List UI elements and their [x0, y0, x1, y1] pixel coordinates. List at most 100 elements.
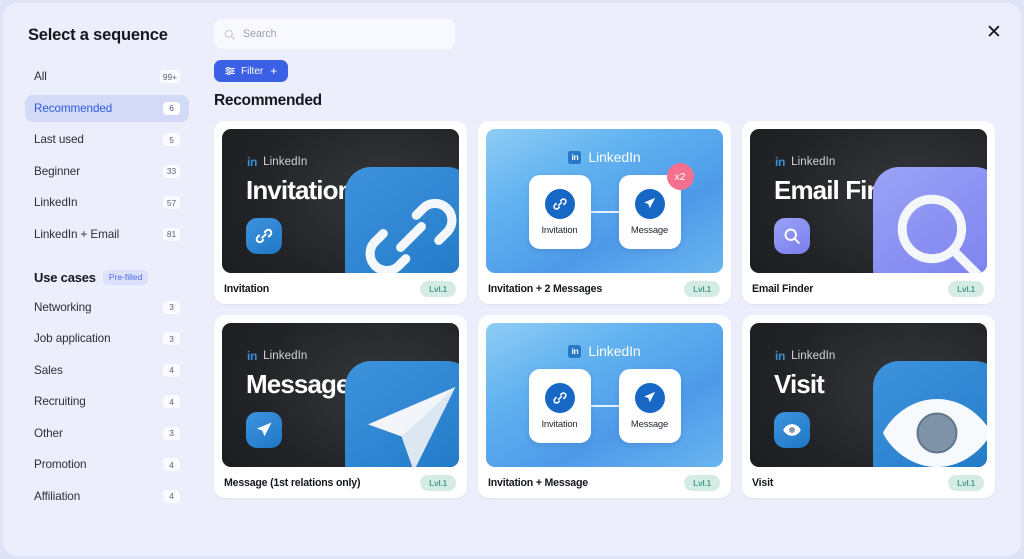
sequence-flow: Invitation Message x2	[486, 163, 723, 249]
linkedin-icon: in	[775, 349, 786, 363]
card-thumbnail: in LinkedIn Invitation	[222, 129, 459, 273]
search-bar[interactable]	[214, 19, 455, 49]
level-badge: Lvl.1	[684, 474, 720, 491]
linkedin-brand: in LinkedIn	[486, 343, 723, 359]
sequence-card[interactable]: in LinkedIn Email Finder Email Finder Lvl.1	[742, 121, 995, 304]
sequence-card-grid: in LinkedIn Invitation Invitation Lvl.1 in Lin…	[214, 121, 997, 498]
network-label: LinkedIn	[263, 156, 308, 168]
sidebar-category-list: All 99+ Recommended 6 Last used 5 Beginner 33 Li…	[25, 63, 189, 248]
search-icon	[224, 29, 235, 40]
flow-connector	[590, 405, 619, 407]
sidebar-item-label: Other	[34, 426, 63, 440]
linkedin-brand: in LinkedIn	[247, 156, 307, 168]
network-label: LinkedIn	[791, 350, 836, 362]
flow-step-message: Message x2	[618, 163, 694, 249]
sequence-card[interactable]: in LinkedIn Invitation Message x2 Invitation …	[478, 121, 731, 304]
card-thumbnail: in LinkedIn Email Finder	[750, 129, 987, 273]
linkedin-icon: in	[247, 349, 258, 363]
network-label: LinkedIn	[263, 350, 308, 362]
pre-filled-badge: Pre-filled	[102, 269, 149, 285]
sidebar-item-promotion[interactable]: Promotion 4	[25, 451, 189, 478]
sidebar-item-last-used[interactable]: Last used 5	[25, 126, 189, 153]
sidebar-item-recommended[interactable]: Recommended 6	[25, 94, 189, 122]
link-icon	[544, 188, 575, 219]
section-title: Recommended	[214, 92, 322, 109]
flow-connector	[590, 211, 619, 213]
linkedin-icon: in	[568, 150, 582, 164]
sidebar-item-count: 4	[163, 395, 180, 408]
card-title: Invitation	[224, 282, 270, 295]
sidebar-item-affiliation[interactable]: Affiliation 4	[25, 483, 189, 510]
sidebar-item-count: 81	[163, 227, 180, 241]
sidebar-item-linkedin[interactable]: LinkedIn 57	[25, 189, 189, 216]
sidebar-item-job-application[interactable]: Job application 3	[25, 325, 189, 352]
filter-icon	[225, 66, 235, 76]
sidebar-item-label: LinkedIn + Email	[34, 227, 120, 241]
sequence-card[interactable]: in LinkedIn Invitation Message Invitation + …	[478, 315, 731, 498]
sidebar-item-beginner[interactable]: Beginner 33	[25, 158, 189, 185]
sidebar-item-count: 33	[163, 164, 180, 178]
sidebar-item-label: Networking	[34, 300, 92, 314]
card-thumbnail: in LinkedIn Invitation Message	[486, 323, 723, 467]
sequence-card[interactable]: in LinkedIn Invitation Invitation Lvl.1	[214, 121, 467, 304]
search-icon-large	[873, 167, 987, 273]
flow-step-label: Invitation	[541, 224, 578, 236]
linkedin-icon: in	[247, 155, 258, 169]
send-icon-large	[345, 361, 459, 467]
card-headline: Visit	[774, 369, 825, 399]
card-thumbnail: in LinkedIn Invitation Message x2	[486, 129, 723, 273]
link-icon	[544, 382, 575, 413]
plus-icon: +	[270, 64, 278, 78]
level-badge: Lvl.1	[948, 280, 984, 297]
sidebar-item-label: Affiliation	[34, 489, 81, 503]
sidebar-item-count: 4	[163, 489, 180, 503]
sidebar-item-label: Promotion	[34, 458, 87, 471]
card-footer: Visit Lvl.1	[742, 467, 995, 498]
linkedin-brand: in LinkedIn	[247, 350, 307, 362]
card-title: Invitation + Message	[488, 476, 588, 489]
sidebar-item-label: Beginner	[34, 164, 80, 178]
card-thumbnail: in LinkedIn Visit	[750, 323, 987, 467]
linkedin-brand: in LinkedIn	[775, 156, 835, 168]
network-label: LinkedIn	[588, 149, 641, 165]
sidebar-item-count: 57	[163, 196, 180, 209]
search-input[interactable]	[243, 28, 445, 40]
sidebar-item-linkedin-email[interactable]: LinkedIn + Email 81	[25, 221, 189, 248]
card-headline: Message	[246, 369, 350, 399]
sequence-card[interactable]: in LinkedIn Message Message (1st relations …	[214, 315, 467, 498]
flow-step-label: Message	[630, 224, 669, 236]
linkedin-icon: in	[568, 344, 582, 358]
link-icon	[246, 218, 282, 254]
sidebar-item-count: 3	[163, 426, 180, 440]
sidebar-item-count: 99+	[159, 70, 180, 83]
eye-icon	[774, 412, 810, 448]
linkedin-brand: in LinkedIn	[486, 149, 723, 165]
use-cases-header: Use cases Pre-filled	[34, 269, 189, 285]
sidebar-item-networking[interactable]: Networking 3	[25, 294, 189, 321]
filter-button[interactable]: Filter +	[214, 60, 289, 82]
linkedin-icon: in	[775, 155, 786, 169]
sidebar-item-count: 3	[163, 332, 180, 345]
level-badge: Lvl.1	[948, 474, 984, 491]
sidebar-item-label: Job application	[34, 332, 111, 345]
sequence-card[interactable]: in LinkedIn Visit Visit Lvl.1	[742, 315, 995, 498]
flow-step-invitation: Invitation	[528, 175, 591, 249]
eye-icon-large	[873, 361, 987, 467]
send-icon	[246, 412, 282, 448]
sidebar-item-all[interactable]: All 99+	[25, 63, 189, 90]
sidebar-item-count: 5	[163, 133, 180, 146]
sidebar-item-count: 4	[163, 363, 180, 377]
level-badge: Lvl.1	[684, 280, 720, 297]
send-icon	[634, 188, 665, 219]
card-footer: Invitation + 2 Messages Lvl.1	[478, 273, 731, 304]
sidebar-usecase-list: Networking 3 Job application 3 Sales 4 Recruit…	[25, 294, 189, 510]
flow-step-message: Message	[618, 369, 681, 443]
sidebar-item-sales[interactable]: Sales 4	[25, 357, 189, 384]
sidebar-item-count: 4	[163, 458, 180, 471]
sidebar-item-other[interactable]: Other 3	[25, 420, 189, 447]
sidebar-item-label: LinkedIn	[34, 196, 78, 209]
search-icon	[774, 218, 810, 254]
page-title: Select a sequence	[28, 26, 168, 44]
sidebar-item-recruiting[interactable]: Recruiting 4	[25, 388, 189, 415]
sidebar-item-label: Recommended	[34, 101, 113, 115]
